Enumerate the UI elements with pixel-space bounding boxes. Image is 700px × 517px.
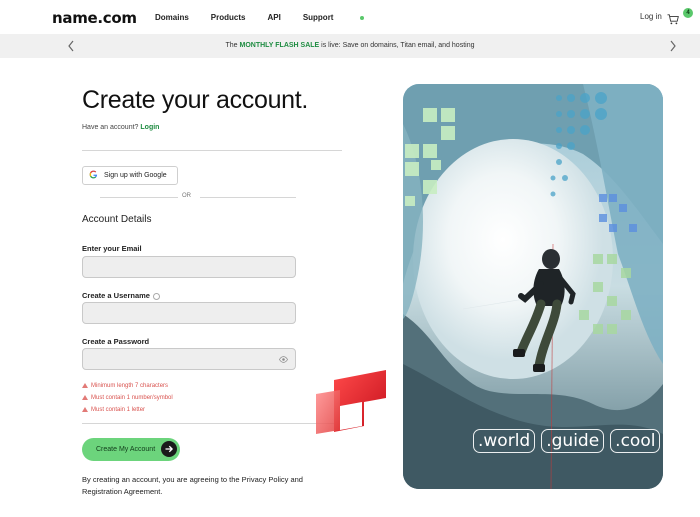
brand-mark-icon xyxy=(316,370,386,434)
divider xyxy=(82,423,342,424)
rule-text: Must contain 1 number/symbol xyxy=(91,395,173,402)
info-icon[interactable] xyxy=(152,292,160,300)
main-nav: Domains Products API Support xyxy=(155,13,386,22)
promo-text: The MONTHLY FLASH SALE is live: Save on … xyxy=(0,42,700,49)
password-rule: Minimum length 7 characters xyxy=(82,383,168,389)
or-divider-right xyxy=(200,197,296,198)
have-account-text: Have an account? Login xyxy=(82,124,159,131)
cart-icon[interactable] xyxy=(667,12,679,25)
site-header: name.com Domains Products API Support Lo… xyxy=(0,0,700,34)
or-divider-left xyxy=(100,197,178,198)
nav-support[interactable]: Support xyxy=(303,13,365,22)
tld-chip-cool[interactable]: .cool xyxy=(610,429,661,453)
warning-icon xyxy=(82,407,88,412)
password-field[interactable] xyxy=(82,348,296,370)
promo-suffix: is live: Save on domains, Titan email, a… xyxy=(319,42,475,49)
username-label: Create a Username xyxy=(82,291,150,300)
username-field[interactable] xyxy=(82,302,296,324)
logo-text: name.com xyxy=(52,9,137,27)
email-field[interactable] xyxy=(82,256,296,278)
have-account-label: Have an account? xyxy=(82,124,139,131)
email-label: Enter your Email xyxy=(82,244,142,253)
google-signup-label: Sign up with Google xyxy=(104,172,167,179)
password-label: Create a Password xyxy=(82,337,150,346)
nav-api[interactable]: API xyxy=(267,13,280,22)
promo-bar: The MONTHLY FLASH SALE is live: Save on … xyxy=(0,34,700,58)
chevron-right-icon xyxy=(670,40,676,52)
status-dot-icon xyxy=(360,15,365,20)
nav-products[interactable]: Products xyxy=(211,13,246,22)
create-account-label: Create My Account xyxy=(96,446,156,453)
legal-text: By creating an account, you are agreeing… xyxy=(82,475,303,496)
section-title: Account Details xyxy=(82,214,152,225)
promo-prefix: The xyxy=(225,42,240,49)
tld-chip-guide[interactable]: .guide xyxy=(541,429,605,453)
or-text: OR xyxy=(182,193,191,199)
nav-support-label: Support xyxy=(302,13,334,22)
username-label-row: Create a Username xyxy=(82,291,160,300)
password-rule: Must contain 1 letter xyxy=(82,407,145,413)
create-account-button[interactable]: Create My Account xyxy=(82,438,180,461)
google-icon xyxy=(89,170,98,181)
tld-chip-world[interactable]: .world xyxy=(473,429,536,453)
promo-highlight[interactable]: MONTHLY FLASH SALE xyxy=(240,42,320,49)
cart-count-badge: 4 xyxy=(683,8,693,18)
divider xyxy=(82,150,342,151)
password-rule: Must contain 1 number/symbol xyxy=(82,395,173,401)
login-link[interactable]: Log in xyxy=(640,12,662,21)
arrow-right-icon xyxy=(161,441,177,457)
page-title: Create your account. xyxy=(82,86,309,114)
rule-text: Must contain 1 letter xyxy=(91,407,146,414)
google-signup-button[interactable]: Sign up with Google xyxy=(82,166,178,185)
logo[interactable]: name.com xyxy=(52,9,137,27)
login-link-inline[interactable]: Login xyxy=(140,124,159,131)
rule-text: Minimum length 7 characters xyxy=(91,383,169,390)
warning-icon xyxy=(82,395,88,400)
nav-domains[interactable]: Domains xyxy=(155,13,189,22)
hero-image: .world .guide .cool xyxy=(403,84,663,489)
tld-chip-row: .world .guide .cool xyxy=(473,429,661,453)
warning-icon xyxy=(82,383,88,388)
eye-icon[interactable] xyxy=(279,355,288,364)
promo-next-button[interactable] xyxy=(668,39,678,53)
